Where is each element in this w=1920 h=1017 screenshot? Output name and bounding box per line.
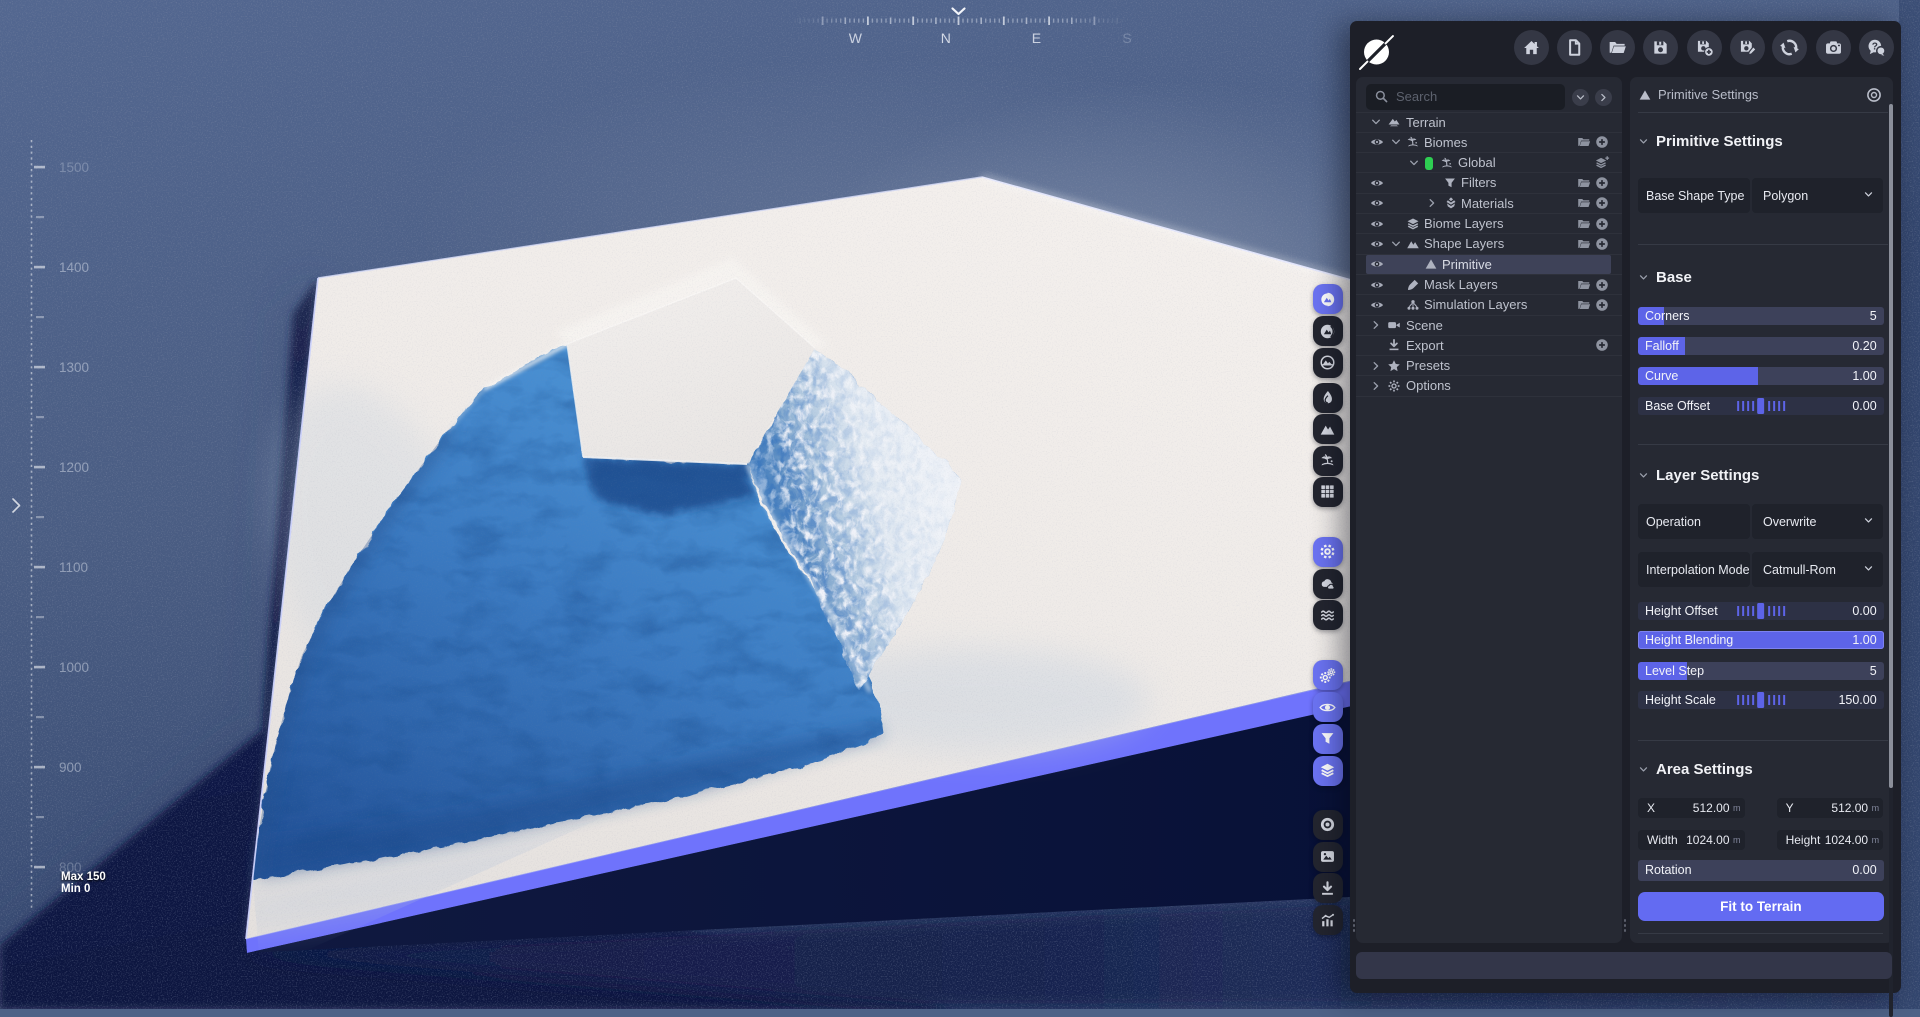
svg-text:1300: 1300 <box>59 360 89 375</box>
svg-text:Max 150: Max 150 <box>61 871 106 883</box>
svg-text:1000: 1000 <box>59 660 89 675</box>
svg-text:?: ? <box>1871 41 1877 52</box>
svg-text:900: 900 <box>59 760 82 775</box>
svg-text:1400: 1400 <box>59 260 89 275</box>
svg-text:Min 0: Min 0 <box>61 883 90 895</box>
svg-text:W: W <box>849 30 863 46</box>
svg-text:E: E <box>1032 30 1041 46</box>
svg-text:1500: 1500 <box>59 160 89 175</box>
svg-text:1100: 1100 <box>59 560 88 575</box>
svg-text:1200: 1200 <box>59 460 89 475</box>
svg-text:N: N <box>941 30 951 46</box>
svg-text:S: S <box>1122 30 1131 46</box>
